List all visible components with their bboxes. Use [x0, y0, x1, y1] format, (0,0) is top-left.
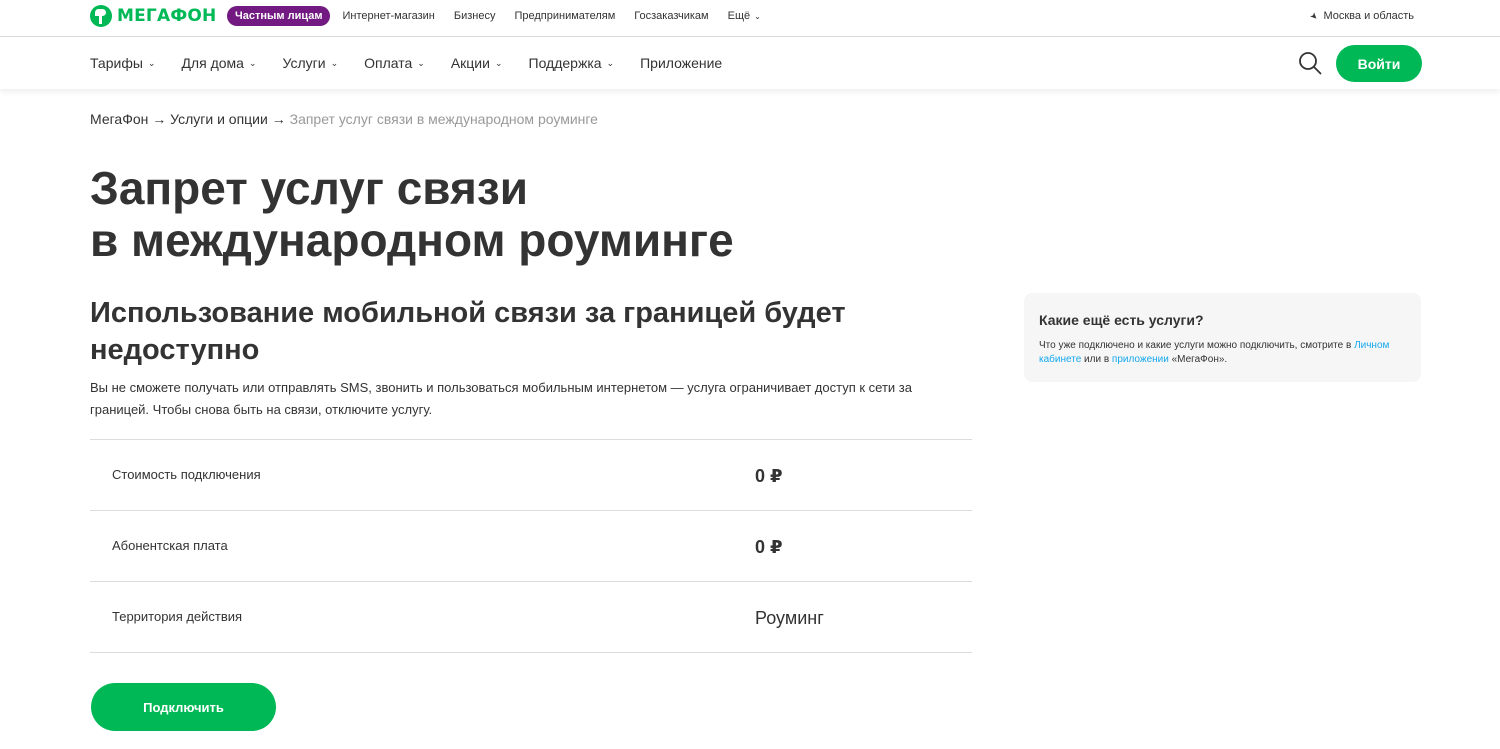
info-row-territory: Территория действия Роуминг	[90, 582, 972, 653]
login-button[interactable]: Войти	[1336, 45, 1422, 82]
menu-label: Поддержка	[528, 55, 602, 71]
other-services-card: Какие ещё есть услуги? Что уже подключен…	[1024, 293, 1421, 382]
menu-label: Услуги	[282, 55, 326, 71]
chevron-down-icon: ⌄	[248, 57, 257, 68]
menu-label: Оплата	[364, 55, 413, 71]
side-card-text: Что уже подключено и какие услуги можно …	[1039, 339, 1399, 367]
region-selector[interactable]: ➤ Москва и область	[1307, 9, 1414, 22]
main-nav: Тарифы ⌄ Для дома ⌄ Услуги ⌄ Оплата ⌄ Акции ⌄…	[0, 37, 1500, 89]
app-link[interactable]: приложении	[1112, 354, 1169, 365]
segment-business[interactable]: Бизнесу	[454, 10, 496, 22]
menu-item-tariffs[interactable]: Тарифы ⌄	[90, 55, 155, 71]
breadcrumb-separator: →	[152, 111, 167, 127]
info-value: 0 ₽	[755, 466, 783, 486]
section-subtitle: Использование мобильной связи за границе…	[90, 297, 846, 366]
chevron-down-icon: ⌄	[147, 57, 156, 68]
info-value: 0 ₽	[755, 537, 783, 557]
page-title-line-1: Запрет услуг связи	[90, 162, 528, 214]
menu-item-services[interactable]: Услуги ⌄	[283, 55, 339, 71]
chevron-down-icon: ⌄	[606, 57, 615, 68]
menu-label: Акции	[450, 55, 490, 71]
menu-label: Тарифы	[90, 55, 143, 71]
location-arrow-icon: ➤	[1307, 9, 1321, 22]
page-title-line-2: в международном роуминге	[90, 214, 734, 266]
megafon-logo-icon	[90, 5, 112, 27]
info-row-subscription-fee: Абонентская плата 0 ₽	[90, 511, 972, 582]
info-value: Роуминг	[755, 608, 824, 628]
breadcrumb-current: Запрет услуг связи в международном роуми…	[289, 111, 598, 127]
connect-button[interactable]: Подключить	[91, 683, 276, 731]
chevron-down-icon: ⌄	[330, 57, 339, 68]
top-bar: МЕГАФОН Частным лицам Интернет-магазин Б…	[0, 0, 1500, 37]
side-card-title: Какие ещё есть услуги?	[1039, 312, 1204, 328]
segment-private[interactable]: Частным лицам	[227, 6, 331, 26]
breadcrumb-item-services[interactable]: Услуги и опции	[170, 111, 268, 127]
menu-label: Для дома	[181, 55, 244, 71]
service-info-table: Стоимость подключения 0 ₽ Абонентская пл…	[90, 439, 972, 653]
segment-more-label: Ещё	[727, 10, 751, 22]
segment-government[interactable]: Госзаказчикам	[634, 10, 708, 22]
page-title: Запрет услуг связи в международном роуми…	[90, 162, 990, 266]
menu-item-support[interactable]: Поддержка ⌄	[529, 55, 615, 71]
side-card-text-after: «МегаФон».	[1168, 354, 1228, 365]
main-menu: Тарифы ⌄ Для дома ⌄ Услуги ⌄ Оплата ⌄ Акции ⌄…	[90, 37, 748, 89]
breadcrumb-item-megafon[interactable]: МегаФон	[90, 111, 148, 127]
segment-more[interactable]: Ещё ⌄	[728, 10, 761, 22]
menu-item-payment[interactable]: Оплата ⌄	[364, 55, 425, 71]
breadcrumb-separator: →	[271, 111, 286, 127]
info-label: Территория действия	[112, 609, 243, 624]
chevron-down-icon: ⌄	[494, 57, 503, 68]
chevron-down-icon: ⌄	[754, 12, 761, 21]
info-row-connection-cost: Стоимость подключения 0 ₽	[90, 440, 972, 511]
search-icon	[1299, 52, 1322, 75]
chevron-down-icon: ⌄	[417, 57, 425, 68]
menu-item-home[interactable]: Для дома ⌄	[181, 55, 256, 71]
megafon-logo[interactable]: МЕГАФОН	[90, 5, 216, 27]
info-label: Стоимость подключения	[112, 467, 261, 482]
menu-item-promos[interactable]: Акции ⌄	[451, 55, 503, 71]
logo-text: МЕГАФОН	[117, 6, 217, 26]
segment-entrepreneurs[interactable]: Предпринимателям	[514, 10, 615, 22]
region-label: Москва и область	[1323, 10, 1414, 22]
side-card-text-before: Что уже подключено и какие услуги можно …	[1039, 340, 1355, 351]
info-label: Абонентская плата	[112, 538, 228, 553]
menu-label: Приложение	[640, 55, 723, 71]
segment-online-shop[interactable]: Интернет-магазин	[342, 10, 434, 22]
service-description: Вы не сможете получать или отправлять SM…	[90, 380, 912, 417]
segment-nav: Частным лицам Интернет-магазин Бизнесу П…	[227, 5, 780, 27]
breadcrumb: МегаФон → Услуги и опции → Запрет услуг …	[90, 111, 598, 127]
search-button[interactable]	[1298, 51, 1322, 75]
menu-item-app[interactable]: Приложение	[640, 55, 722, 71]
side-card-text-middle: или в	[1081, 354, 1112, 365]
